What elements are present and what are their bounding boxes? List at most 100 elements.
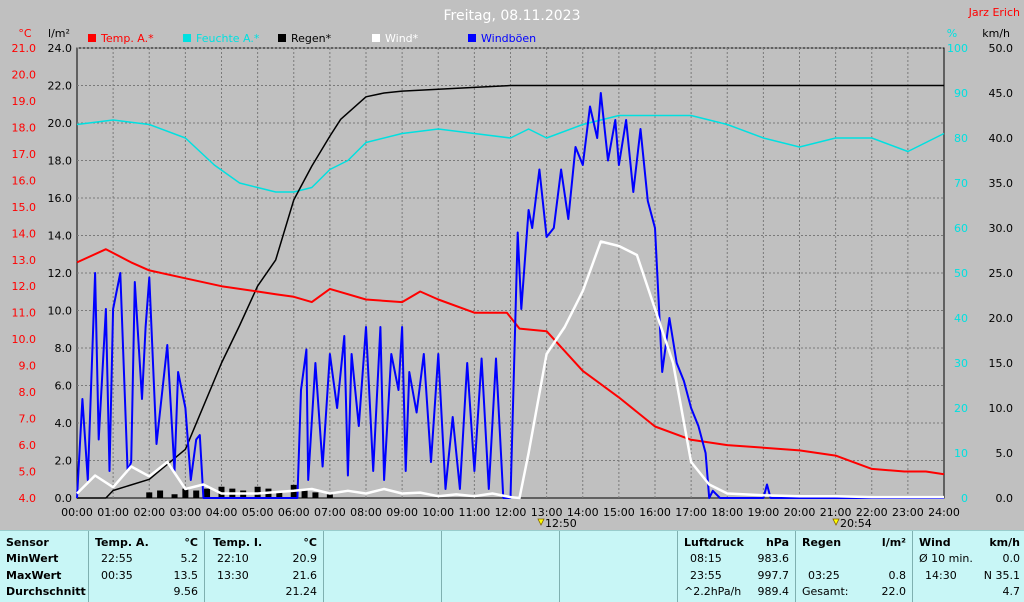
legend-label: Regen* [291,32,332,45]
rain-tick-label: 4.0 [55,417,73,430]
rain-header: Regen [802,536,842,549]
wind-avg: 4.7 [1002,585,1021,598]
sunset-time: 20:54 [840,517,872,530]
sunrise-icon [537,518,545,526]
temp-i-min-time: 22:10 [217,552,249,565]
x-tick-label: 02:00 [133,506,165,519]
temp-tick-label: 20.0 [12,68,37,81]
pressure-trend: ^2.2hPa/h [684,585,742,598]
pressure-max-value: 997.7 [757,569,790,582]
min-row-label: MinWert [6,552,59,565]
rain-rate-bar [301,490,308,498]
temp-a-max-time: 00:35 [101,569,133,582]
x-tick-label: 05:00 [242,506,274,519]
temp-tick-label: 18.0 [12,121,37,134]
humidity-tick-label: 100 [947,42,968,55]
x-tick-label: 20:00 [784,506,816,519]
humidity-tick-label: 30 [954,357,968,370]
x-tick-label: 09:00 [386,506,418,519]
legend-label: Wind* [385,32,419,45]
wind-tick-label: 45.0 [989,87,1014,100]
temp-tick-label: 4.0 [19,492,37,505]
rain-rate-bar [204,488,211,498]
rain-tick-label: 16.0 [48,192,73,205]
wind-max-time: 14:30 [925,569,957,582]
wind-tick-label: 40.0 [989,132,1014,145]
rain-rate-bar [146,492,153,498]
x-tick-label: 17:00 [675,506,707,519]
rain-tick-label: 12.0 [48,267,73,280]
wind-max-value: N 35.1 [983,569,1020,582]
avg-row-label: Durchschnitt [6,585,86,598]
humidity-tick-label: 0 [961,492,968,505]
chart-legend: Temp. A.* Feuchte A.* Regen* Wind* Windböen [88,32,536,45]
temp-a-avg: 9.56 [173,585,199,598]
wind-unit: km/h [989,536,1020,549]
temp-tick-label: 10.0 [12,333,37,346]
humidity-tick-label: 90 [954,87,968,100]
rain-tick-label: 14.0 [48,230,73,243]
temp-i-avg: 21.24 [285,585,318,598]
pressure-header: Luftdruck [684,536,744,549]
x-tick-label: 06:00 [278,506,310,519]
pressure-min-value: 983.6 [757,552,790,565]
wind-tick-label: 35.0 [989,177,1014,190]
x-tick-labels: 00:00 01:00 02:00 03:00 04:00 05:00 06:00 07:00… [61,506,960,519]
temp-i-max-time: 13:30 [217,569,249,582]
x-tick-label: 01:00 [97,506,129,519]
wind-min-value: 0.0 [1002,552,1021,565]
rain-max-value: 0.8 [888,569,907,582]
legend-swatch [468,34,476,42]
legend-swatch [372,34,380,42]
temp-i-min-value: 20.9 [292,552,318,565]
temp-axis-unit: °C [18,27,32,40]
x-tick-label: 00:00 [61,506,93,519]
wind-tick-label: 5.0 [996,447,1014,460]
humidity-tick-label: 60 [954,222,968,235]
sunset-marker: 20:54 [832,517,872,530]
legend-label: Temp. A.* [100,32,154,45]
weather-chart: Freitag, 08.11.2023 Jarz Erich °C l/m² %… [12,6,1021,530]
temp-tick-label: 9.0 [19,360,37,373]
temp-tick-label: 6.0 [19,439,37,452]
rain-unit: l/m² [881,536,906,549]
max-row-label: MaxWert [6,569,62,582]
statistics-table: Sensor MinWert MaxWert Durchschnitt Temp… [0,530,1024,602]
rain-tick-label: 0.0 [55,492,73,505]
temp-a-min-time: 22:55 [101,552,133,565]
temp-tick-label: 8.0 [19,386,37,399]
temp-tick-label: 12.0 [12,280,37,293]
wind-tick-label: 15.0 [989,357,1014,370]
rain-total-value: 22.0 [881,585,907,598]
sunrise-marker: 12:50 [537,517,577,530]
wind-tick-label: 30.0 [989,222,1014,235]
station-name: Jarz Erich [968,6,1020,19]
pressure-min-time: 08:15 [690,552,722,565]
x-tick-label: 18:00 [711,506,743,519]
wind-tick-label: 10.0 [989,402,1014,415]
rain-rate-bar [171,494,178,498]
sunset-icon [832,518,840,526]
temp-tick-label: 5.0 [19,466,37,479]
wind-tick-label: 0.0 [996,492,1014,505]
x-tick-label: 07:00 [314,506,346,519]
temp-tick-label: 13.0 [12,254,37,267]
temp-tick-label: 11.0 [12,307,37,320]
temp-tick-label: 7.0 [19,413,37,426]
x-tick-label: 03:00 [170,506,202,519]
humidity-tick-label: 20 [954,402,968,415]
wind-tick-label: 25.0 [989,267,1014,280]
wind-column: Wind km/h Ø 10 min. 0.0 14:30 N 35.1 4.7 [913,531,1024,602]
humidity-tick-label: 40 [954,312,968,325]
temp-i-header: Temp. I. [213,536,263,549]
pressure-trend-value: 989.4 [757,585,790,598]
wind-avg10-label: Ø 10 min. [919,552,973,565]
x-tick-label: 10:00 [422,506,454,519]
rain-rate-bar [193,490,200,498]
rain-total-label: Gesamt: [802,585,849,598]
temp-tick-label: 14.0 [12,227,37,240]
sensor-column: Sensor MinWert MaxWert Durchschnitt [0,531,89,602]
humidity-tick-label: 80 [954,132,968,145]
humidity-tick-label: 50 [954,267,968,280]
pressure-max-time: 23:55 [690,569,722,582]
